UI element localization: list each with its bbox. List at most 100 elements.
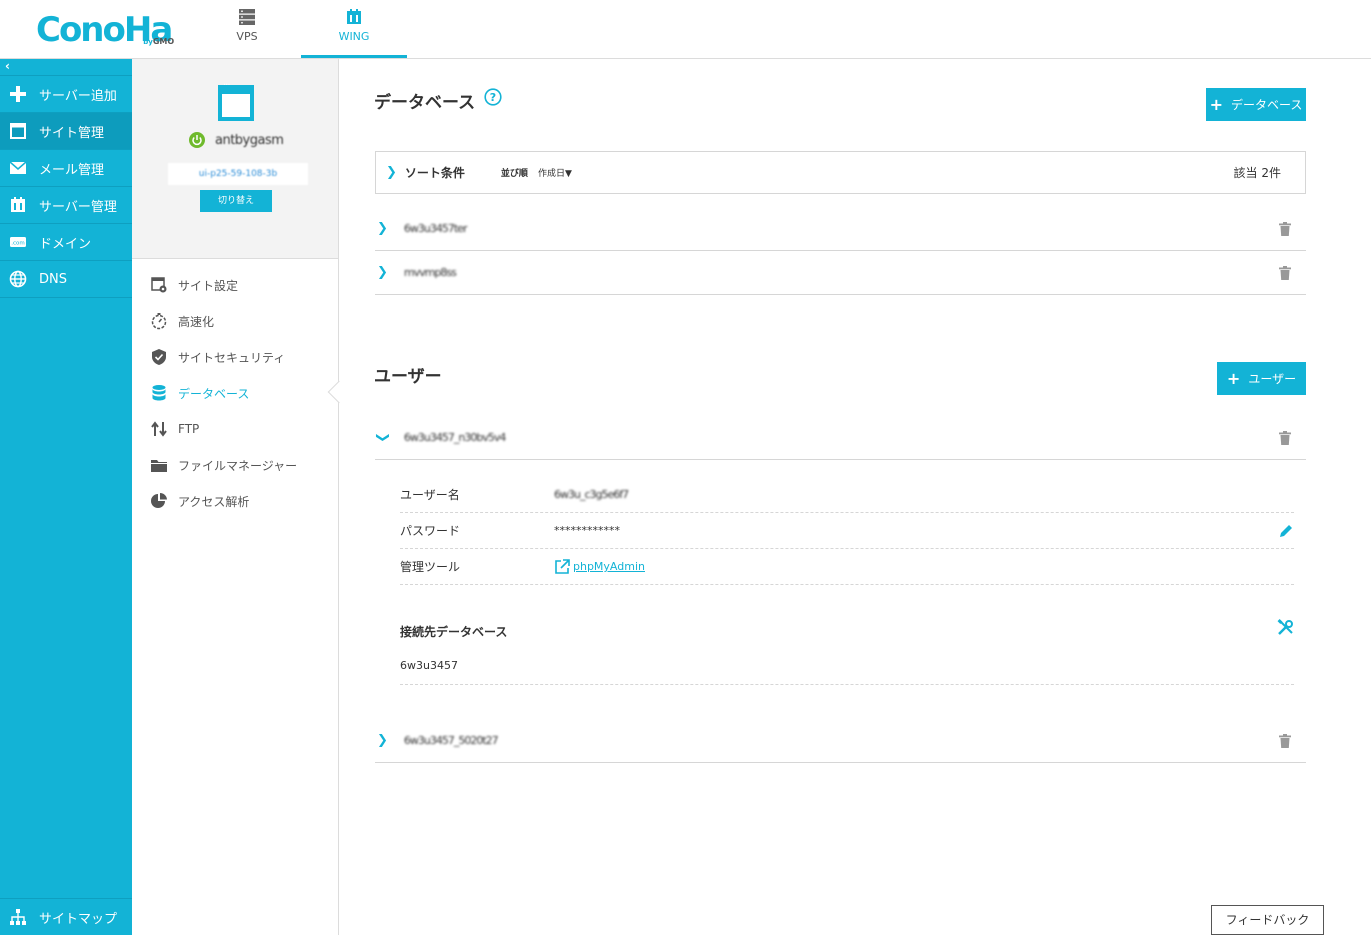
order-label: 並び順 bbox=[500, 169, 528, 179]
tab-wing-label: WING bbox=[338, 30, 370, 43]
site-status-line: antbygasm bbox=[189, 132, 284, 148]
site-url: ui-p25-59-108-3b bbox=[168, 163, 308, 185]
server-manage-icon bbox=[11, 197, 25, 212]
database-name: mvvmp8ss bbox=[403, 266, 457, 279]
database-name: 6w3u3457ter bbox=[403, 222, 468, 235]
database-icon bbox=[152, 385, 166, 401]
site-name: antbygasm bbox=[215, 132, 284, 148]
chevron-right-icon: ❯ bbox=[377, 221, 388, 236]
conoha-logo[interactable]: ConoHa byGMO bbox=[36, 8, 174, 48]
password-label: パスワード bbox=[400, 524, 461, 538]
chevron-right-icon: ❯ bbox=[386, 165, 397, 180]
sidebar: ‹ サーバー追加 サイト管理 メール管理 サーバー管理 .com ドメイン DN… bbox=[0, 59, 132, 935]
logo-by-gmo: byGMO bbox=[143, 37, 175, 46]
switch-site-button[interactable]: 切り替え bbox=[200, 190, 272, 212]
username-label: ユーザー名 bbox=[400, 488, 460, 502]
sidebar-item-label: ドメイン bbox=[39, 236, 92, 252]
sidebar-item-label: サーバー追加 bbox=[39, 88, 117, 104]
sidebar-item-label: DNS bbox=[39, 271, 67, 287]
add-user-label: ユーザー bbox=[1248, 372, 1297, 386]
submenu-label: サイトセキュリティ bbox=[178, 350, 286, 365]
external-link-icon bbox=[555, 558, 570, 574]
database-section-title: データベース bbox=[374, 93, 476, 113]
submenu-label: 高速化 bbox=[178, 314, 215, 329]
site-submenu: サイト設定 高速化 サイトセキュリティ データベース FTP ファイルマネージャ… bbox=[132, 259, 351, 519]
chevron-right-icon: ❯ bbox=[377, 733, 388, 748]
chevron-down-icon: ❯ bbox=[374, 432, 390, 443]
folder-icon bbox=[151, 460, 167, 472]
shield-icon bbox=[152, 349, 166, 365]
plus-icon: + bbox=[1226, 369, 1241, 388]
trash-icon[interactable] bbox=[1278, 221, 1292, 236]
password-value: ************ bbox=[554, 524, 620, 537]
trash-icon[interactable] bbox=[1278, 265, 1292, 280]
sidebar-item-dns[interactable]: DNS bbox=[0, 261, 132, 298]
trash-icon[interactable] bbox=[1278, 430, 1292, 445]
server-icon bbox=[239, 9, 255, 25]
database-row[interactable]: ❯ 6w3u3457ter bbox=[375, 207, 1306, 251]
feedback-button[interactable]: フィードバック bbox=[1211, 905, 1324, 935]
user-name: 6w3u3457_5020t27 bbox=[403, 734, 499, 747]
tab-vps[interactable]: VPS bbox=[194, 0, 300, 58]
sidebar-item-server-manage[interactable]: サーバー管理 bbox=[0, 187, 132, 224]
submenu-item-ftp[interactable]: FTP bbox=[132, 411, 338, 447]
detail-row-username: ユーザー名 6w3u_c3g5e6f7 bbox=[400, 477, 1294, 513]
sidebar-item-domain[interactable]: .com ドメイン bbox=[0, 224, 132, 261]
svg-text:.com: .com bbox=[11, 241, 25, 247]
submenu-item-speedup[interactable]: 高速化 bbox=[132, 303, 338, 339]
power-icon bbox=[189, 132, 205, 148]
window-icon bbox=[10, 123, 26, 139]
submenu-item-site-settings[interactable]: サイト設定 bbox=[132, 267, 338, 303]
main-content: データベース ? + データベース ❯ ソート条件 並び順 作成日▼ 該当 2件 … bbox=[340, 59, 1371, 935]
user-row[interactable]: ❯ 6w3u3457_5020t27 bbox=[375, 719, 1306, 763]
svg-text:?: ? bbox=[490, 91, 496, 104]
username-value: 6w3u_c3g5e6f7 bbox=[554, 488, 629, 501]
plus-icon: + bbox=[1209, 95, 1223, 114]
mail-icon bbox=[9, 161, 27, 174]
order-select[interactable]: 作成日▼ bbox=[538, 166, 572, 179]
wing-icon bbox=[347, 9, 361, 24]
domain-icon: .com bbox=[10, 237, 26, 247]
trash-icon[interactable] bbox=[1278, 733, 1292, 748]
submenu-item-access-analysis[interactable]: アクセス解析 bbox=[132, 483, 338, 519]
submenu-item-site-security[interactable]: サイトセキュリティ bbox=[132, 339, 338, 375]
tab-wing[interactable]: WING bbox=[301, 0, 407, 58]
sidebar-collapse-button[interactable]: ‹ bbox=[0, 59, 132, 76]
tools-icon[interactable] bbox=[1277, 619, 1294, 636]
connected-db-value: 6w3u3457 bbox=[400, 659, 458, 672]
site-card: antbygasm ui-p25-59-108-3b 切り替え bbox=[132, 59, 338, 259]
sidebar-item-label: サーバー管理 bbox=[39, 199, 117, 215]
sort-condition-bar[interactable]: ❯ ソート条件 並び順 作成日▼ 該当 2件 bbox=[375, 151, 1306, 194]
sitemap-label: サイトマップ bbox=[39, 911, 118, 927]
sidebar-item-add-server[interactable]: サーバー追加 bbox=[0, 76, 132, 113]
tab-vps-label: VPS bbox=[236, 30, 258, 43]
user-row-expanded[interactable]: ❯ 6w3u3457_n30bv5v4 bbox=[375, 416, 1306, 460]
sidebar-item-site-manage[interactable]: サイト管理 bbox=[0, 113, 132, 150]
add-user-button[interactable]: + ユーザー bbox=[1217, 362, 1306, 395]
submenu-label: サイト設定 bbox=[178, 278, 239, 293]
add-database-label: データベース bbox=[1231, 98, 1303, 112]
tool-label: 管理ツール bbox=[400, 560, 461, 574]
sidebar-item-label: メール管理 bbox=[39, 162, 105, 178]
users-section-title: ユーザー bbox=[374, 367, 442, 387]
sidebar-sitemap[interactable]: サイトマップ bbox=[0, 898, 132, 935]
submenu-label: ファイルマネージャー bbox=[178, 458, 298, 473]
database-row[interactable]: ❯ mvvmp8ss bbox=[375, 251, 1306, 295]
site-settings-icon bbox=[151, 277, 167, 293]
stopwatch-icon bbox=[151, 313, 167, 330]
submenu-item-database[interactable]: データベース bbox=[132, 375, 351, 411]
pie-chart-icon bbox=[151, 492, 167, 508]
phpmyadmin-link[interactable]: phpMyAdmin bbox=[554, 558, 645, 575]
sitemap-icon bbox=[10, 909, 26, 925]
submenu-label: FTP bbox=[178, 422, 200, 436]
add-database-button[interactable]: + データベース bbox=[1206, 88, 1306, 121]
help-icon[interactable]: ? bbox=[484, 88, 502, 106]
pencil-icon[interactable] bbox=[1278, 523, 1294, 539]
top-header: ConoHa byGMO VPS WING bbox=[0, 0, 1371, 59]
sidebar-item-mail-manage[interactable]: メール管理 bbox=[0, 150, 132, 187]
submenu-label: アクセス解析 bbox=[178, 494, 250, 509]
connected-db-block: 接続先データベース 6w3u3457 bbox=[400, 585, 1294, 685]
connected-db-label: 接続先データベース bbox=[400, 625, 508, 639]
submenu-item-file-manager[interactable]: ファイルマネージャー bbox=[132, 447, 338, 483]
submenu-label: データベース bbox=[178, 386, 250, 401]
